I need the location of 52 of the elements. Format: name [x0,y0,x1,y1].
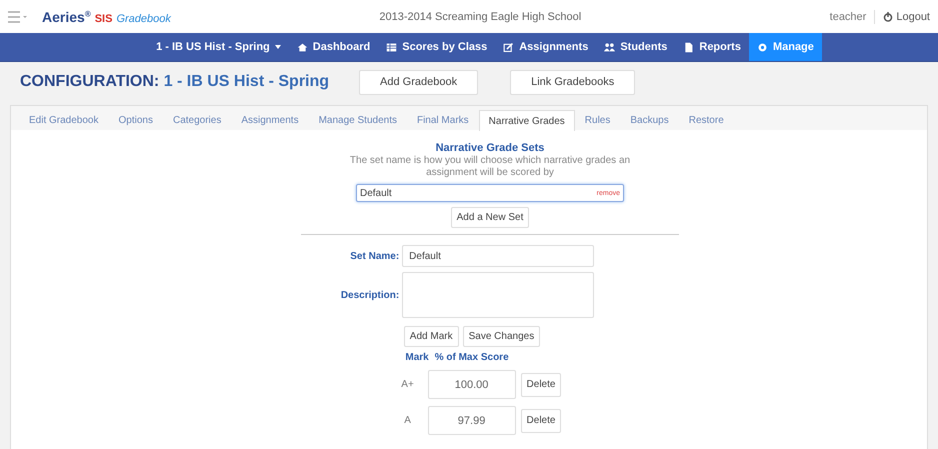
nav-tab[interactable]: Manage [748,33,822,61]
delete-button[interactable]: Delete [520,408,562,432]
course-selector[interactable]: 1 - IB US Hist - Spring [148,33,289,61]
user-name: teacher [830,10,866,22]
config-tab[interactable]: Options [108,110,163,130]
caret-icon [274,45,281,49]
grid-icon [386,42,398,52]
score-field[interactable]: 97.99 [428,406,516,435]
column-header: % of Max Score [434,352,509,363]
gear-icon [756,42,768,52]
config-tab[interactable]: Edit Gradebook [19,110,108,130]
form-button[interactable]: Save Changes [462,326,540,347]
config-tab[interactable]: Assignments [231,110,309,130]
mark-label: A+ [400,379,415,390]
nav-tab[interactable]: Dashboard [288,33,378,61]
app-logo-sis: SIS [94,12,112,24]
config-tab[interactable]: Manage Students [308,110,407,130]
mark-label: A [403,415,412,426]
score-field[interactable]: 100.00 [428,370,516,399]
home-icon [296,42,308,52]
delete-button[interactable]: Delete [520,372,562,396]
doc-icon [683,42,694,52]
power-icon [883,12,894,22]
header-button[interactable]: Link Gradebooks [510,70,636,94]
add-set-button[interactable]: Add a New Set [450,207,530,228]
logout-link[interactable]: Logout [883,10,930,22]
nav-tab[interactable]: Scores by Class [378,33,496,61]
config-tab[interactable]: Narrative Grades [478,110,575,131]
page-title: CONFIGURATION: 1 - IB US Hist - Spring [20,73,330,91]
set-name-field[interactable]: Default [402,245,594,267]
config-tab[interactable]: Restore [678,110,734,130]
config-tab[interactable]: Rules [574,110,620,130]
description-field[interactable] [402,272,594,318]
menu-icon[interactable] [8,10,28,22]
app-product-name: Gradebook [116,12,171,24]
nav-tab[interactable]: Reports [675,33,749,61]
config-tab[interactable]: Backups [620,110,679,130]
form-button[interactable]: Add Mark [404,326,459,347]
edit-icon [503,42,514,52]
field-label: Set Name: [349,250,400,262]
app-logo: Aeries$^{®}$ [42,8,91,24]
field-label: Description: [340,290,400,300]
nav-tab[interactable]: Assignments [495,33,596,61]
section-heading: Narrative Grade Sets [436,142,544,154]
column-header: Mark [405,352,429,363]
nav-tab[interactable]: Students [596,33,676,61]
section-description: The set name is how you will choose which narrative grades an assignment will be scored by [348,155,632,179]
header-button[interactable]: Add Gradebook [359,70,478,94]
config-tab[interactable]: Final Marks [406,110,479,130]
school-name: 2013-2014 Screaming Eagle High School [378,10,582,22]
config-tab[interactable]: Categories [162,110,232,130]
people-icon [604,42,616,52]
